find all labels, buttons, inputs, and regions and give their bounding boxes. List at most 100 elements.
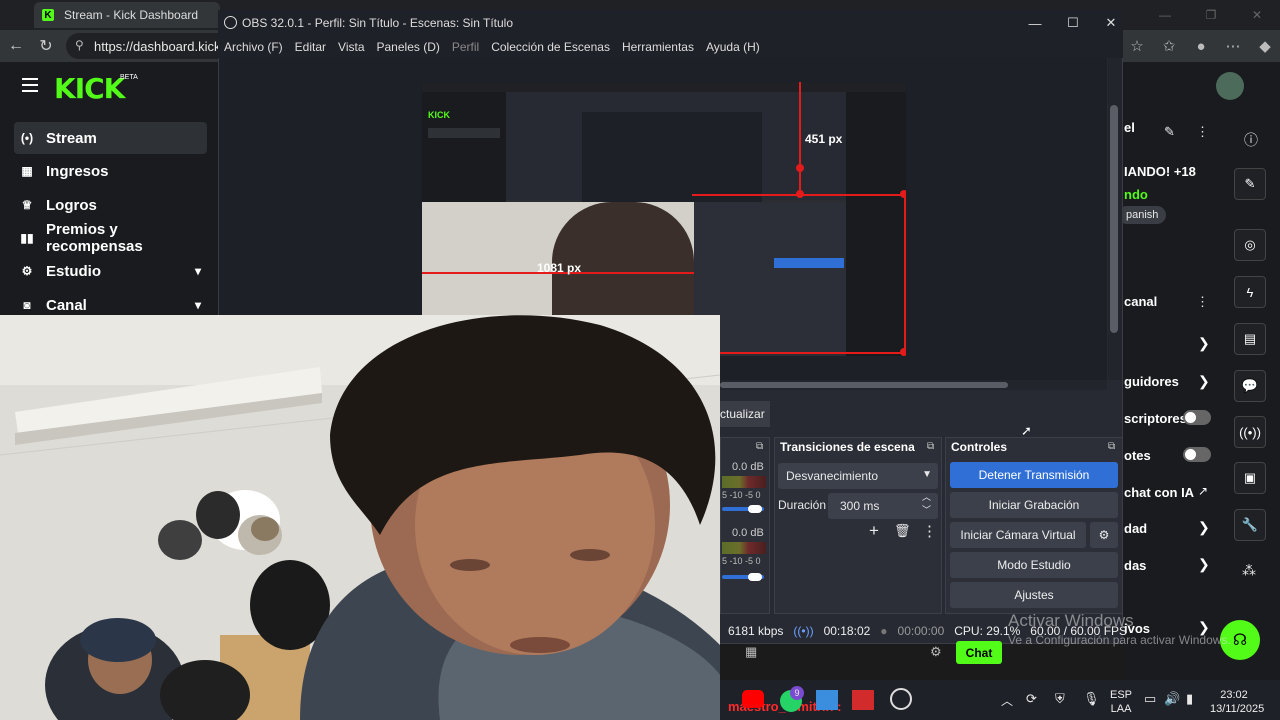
kick-logo[interactable]: KICK bbox=[54, 72, 125, 105]
menu-herramientas[interactable]: Herramientas bbox=[622, 40, 694, 54]
sidebar-item-stream[interactable]: (•) Stream bbox=[14, 122, 207, 154]
panel-row-chat-ia[interactable]: chat con IA bbox=[1124, 485, 1194, 500]
obs-taskbar-icon[interactable] bbox=[890, 688, 912, 710]
subscribers-toggle[interactable] bbox=[1183, 410, 1211, 425]
edit-icon[interactable]: ✎ bbox=[1164, 124, 1175, 140]
scrollbar-thumb[interactable] bbox=[1110, 105, 1118, 333]
more-vertical-icon[interactable]: ⋮ bbox=[922, 522, 937, 540]
start-recording-button[interactable]: Iniciar Grabación bbox=[950, 492, 1118, 518]
settings-button[interactable]: Ajustes bbox=[950, 582, 1118, 608]
info-icon[interactable]: ⓘ bbox=[1244, 130, 1258, 150]
close-icon[interactable]: ✕ bbox=[1092, 10, 1130, 36]
settings-icon[interactable]: ⚙ bbox=[930, 644, 942, 660]
restore-icon[interactable]: ❐ bbox=[1188, 0, 1234, 30]
chevron-right-icon[interactable]: ❯ bbox=[1198, 556, 1210, 573]
channel-icon: ◙ bbox=[23, 298, 31, 312]
chat-send-button[interactable]: Chat bbox=[956, 641, 1002, 664]
broadcast-icon[interactable]: ((•)) bbox=[1234, 416, 1266, 448]
clock[interactable]: 23:02 13/11/2025 bbox=[1210, 688, 1264, 716]
shield-icon[interactable]: ⛨ bbox=[1055, 691, 1065, 707]
network-icon[interactable]: ▭ bbox=[1144, 691, 1156, 707]
popout-icon[interactable]: ⧉ bbox=[1108, 441, 1115, 452]
popout-icon[interactable]: ⧉ bbox=[927, 441, 934, 452]
panel-row-seguidores[interactable]: guidores bbox=[1124, 374, 1179, 389]
more-options-icon[interactable]: ⋯ bbox=[1220, 33, 1246, 59]
sidebar-item-estudio[interactable]: ⚙ Estudio ▾ bbox=[14, 255, 207, 287]
favorites-icon[interactable]: ✩ bbox=[1156, 33, 1182, 59]
mixer-db-label: 0.0 dB bbox=[732, 527, 764, 539]
panel-row-das[interactable]: das bbox=[1124, 558, 1146, 573]
studio-mode-button[interactable]: Modo Estudio bbox=[950, 552, 1118, 578]
menu-paneles[interactable]: Paneles (D) bbox=[377, 40, 440, 54]
close-icon[interactable]: ✕ bbox=[1234, 0, 1280, 30]
app-icon[interactable] bbox=[852, 690, 874, 710]
apps-icon[interactable]: ⁂ bbox=[1242, 562, 1256, 579]
lightning-icon[interactable]: ϟ bbox=[1234, 276, 1266, 308]
menu-archivo[interactable]: Archivo (F) bbox=[224, 40, 283, 54]
chevron-right-icon[interactable]: ❯ bbox=[1198, 373, 1210, 390]
camera-icon[interactable]: ◎ bbox=[1234, 229, 1266, 261]
panel-row-votes[interactable]: otes bbox=[1124, 448, 1151, 463]
sidebar-item-logros[interactable]: ♕ Logros bbox=[14, 189, 207, 221]
external-link-icon[interactable]: ↗ bbox=[1198, 484, 1208, 498]
calculator-icon[interactable] bbox=[816, 690, 838, 710]
volume-slider-knob[interactable] bbox=[748, 505, 762, 513]
maximize-icon[interactable]: ☐ bbox=[1054, 10, 1092, 36]
address-bar[interactable]: ⚲ https://dashboard.kick.c bbox=[66, 33, 236, 59]
transition-select[interactable]: Desvanecimiento ▼ bbox=[778, 463, 938, 489]
menu-ayuda[interactable]: Ayuda (H) bbox=[706, 40, 760, 54]
site-info-icon[interactable]: ⚲ bbox=[75, 38, 84, 52]
add-transition-icon[interactable]: + bbox=[869, 521, 879, 541]
minimize-icon[interactable]: — bbox=[1142, 0, 1188, 30]
youtube-icon[interactable] bbox=[742, 690, 764, 708]
chevron-down-icon[interactable]: ▾ bbox=[195, 264, 201, 278]
more-vertical-icon[interactable]: ⋮ bbox=[1196, 294, 1209, 310]
edit-stream-icon[interactable]: ✎ bbox=[1234, 168, 1266, 200]
gift-icon[interactable]: ▦ bbox=[745, 644, 757, 660]
battery-icon[interactable]: ▮ bbox=[1186, 691, 1193, 707]
update-button[interactable]: ctualizar bbox=[720, 401, 770, 427]
avatar[interactable] bbox=[1216, 72, 1244, 100]
keyboard-language[interactable]: ESP LAA bbox=[1110, 688, 1132, 716]
sidebar-item-ingresos[interactable]: ▦ Ingresos bbox=[14, 155, 207, 187]
panel-row-dad[interactable]: dad bbox=[1124, 521, 1147, 536]
votes-toggle[interactable] bbox=[1183, 447, 1211, 462]
chevron-down-icon[interactable]: ▼ bbox=[922, 469, 932, 480]
browser-tab[interactable]: K Stream - Kick Dashboard bbox=[34, 2, 220, 28]
copilot-icon[interactable]: ◆ bbox=[1252, 33, 1278, 59]
chevron-right-icon[interactable]: ❯ bbox=[1198, 519, 1210, 536]
sync-icon[interactable]: ⟳ bbox=[1026, 691, 1037, 707]
menu-vista[interactable]: Vista bbox=[338, 40, 364, 54]
menu-perfil[interactable]: Perfil bbox=[452, 40, 479, 54]
tray-chevron-up-icon[interactable]: ︿ bbox=[1001, 692, 1013, 709]
chat-bubble-icon[interactable]: 💬 bbox=[1234, 370, 1266, 402]
overlay-icon[interactable]: ▣ bbox=[1234, 462, 1266, 494]
panel-row-suscriptores[interactable]: scriptores bbox=[1124, 411, 1187, 426]
chevron-right-icon[interactable]: ❯ bbox=[1198, 335, 1210, 352]
language-code: ESP bbox=[1110, 689, 1133, 701]
wrench-icon[interactable]: 🔧 bbox=[1234, 509, 1266, 541]
more-vertical-icon[interactable]: ⋮ bbox=[1196, 124, 1209, 140]
obs-logo-icon bbox=[224, 16, 237, 29]
document-icon[interactable]: ▤ bbox=[1234, 323, 1266, 355]
start-virtual-camera-button[interactable]: Iniciar Cámara Virtual bbox=[950, 522, 1086, 548]
sidebar-item-premios[interactable]: ▮▮ Premios y recompensas bbox=[14, 221, 207, 255]
trash-icon[interactable]: 🗑 bbox=[894, 523, 911, 539]
microphone-icon[interactable]: 🎙 bbox=[1083, 691, 1100, 707]
menu-editar[interactable]: Editar bbox=[295, 40, 326, 54]
stop-streaming-button[interactable]: Detener Transmisión bbox=[950, 462, 1118, 488]
volume-icon[interactable]: 🔊 bbox=[1164, 691, 1180, 707]
chevron-down-icon[interactable]: ▾ bbox=[195, 298, 201, 312]
menu-coleccion-escenas[interactable]: Colección de Escenas bbox=[491, 40, 610, 54]
scrollbar-thumb[interactable] bbox=[720, 382, 1008, 388]
minimize-icon[interactable]: — bbox=[1016, 10, 1054, 36]
profile-avatar-icon[interactable]: ● bbox=[1188, 33, 1214, 59]
virtual-camera-settings-icon[interactable]: ⚙ bbox=[1090, 522, 1118, 548]
volume-slider-knob[interactable] bbox=[748, 573, 762, 581]
duration-stepper[interactable]: ︿ ﹀ bbox=[922, 491, 931, 517]
favorite-star-icon[interactable]: ☆ bbox=[1124, 33, 1150, 59]
back-icon[interactable]: ← bbox=[2, 32, 30, 60]
reload-icon[interactable]: ↻ bbox=[32, 32, 60, 60]
menu-icon[interactable] bbox=[22, 78, 38, 92]
popout-icon[interactable]: ⧉ bbox=[756, 441, 763, 452]
